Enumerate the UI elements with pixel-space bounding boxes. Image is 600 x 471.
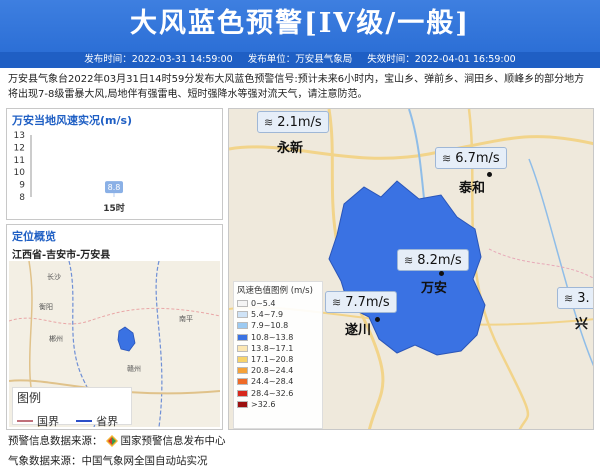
wind-tag-taihe[interactable]: ≋ 6.7m/s <box>435 147 507 169</box>
city-dot-suichuan <box>375 317 380 322</box>
scale-item-label: 7.9~10.8 <box>251 321 289 331</box>
scale-item: 0~5.4 <box>237 298 319 309</box>
map-label: 郴州 <box>49 334 63 343</box>
y-tick-label: 10 <box>14 168 26 178</box>
legend-title: 图例 <box>17 391 42 405</box>
location-panel: 定位概览 江西省-吉安市-万安县 长沙 衡阳 郴州 赣州 南平 图例 国界 省界 <box>6 224 223 430</box>
color-swatch <box>237 300 248 308</box>
color-swatch <box>237 322 248 330</box>
scale-item: 13.8~17.1 <box>237 343 319 354</box>
map-label: 长沙 <box>47 272 61 281</box>
color-swatch <box>237 356 248 364</box>
map-label: 南平 <box>179 314 193 323</box>
y-tick-label: 13 <box>14 131 25 141</box>
overview-map[interactable]: 长沙 衡阳 郴州 赣州 南平 图例 国界 省界 <box>9 261 220 427</box>
x-tick-label: 15时 <box>103 202 125 214</box>
y-tick-label: 9 <box>19 181 25 191</box>
city-dot-taihe <box>487 172 492 177</box>
color-swatch <box>237 333 248 341</box>
source-line-warning: 预警信息数据来源： 国家预警信息发布中心 <box>8 434 226 447</box>
color-swatch <box>237 378 248 386</box>
release-unit: 发布单位：万安县气象局 <box>247 54 353 65</box>
scale-title: 风速色值图例 (m/s) <box>237 286 313 296</box>
y-tick-label: 11 <box>14 156 25 166</box>
meta-bar: 发布时间：2022-03-31 14:59:00 发布单位：万安县气象局 失效时… <box>0 52 600 68</box>
wind-speed-panel: 万安当地风速实况(m/s) 13 12 11 10 9 8 8.8 15时 <box>6 108 223 220</box>
source-line-weather: 气象数据来源： 中国气象网全国自动站实况 <box>8 455 208 467</box>
page-title: 大风蓝色预警[IV级/一般] <box>130 8 470 39</box>
scale-item: 28.4~32.6 <box>237 388 319 399</box>
wind-icon: ≋ <box>264 115 274 129</box>
wind-panel-title: 万安当地风速实况(m/s) <box>12 114 133 127</box>
scale-item: 7.9~10.8 <box>237 320 319 331</box>
warning-center-logo-icon <box>105 434 118 447</box>
release-time: 发布时间：2022-03-31 14:59:00 <box>84 54 233 65</box>
map-label: 赣州 <box>127 364 141 373</box>
scale-item: 10.8~13.8 <box>237 332 319 343</box>
wind-icon: ≋ <box>564 291 574 305</box>
national-border-line-icon <box>17 420 33 422</box>
map-label: 衡阳 <box>39 302 53 311</box>
scale-item-label: 5.4~7.9 <box>251 310 284 320</box>
wind-speed-color-legend: 风速色值图例 (m/s) 0~5.4 5.4~7.9 7.9~10.8 10.8~13… <box>233 281 323 429</box>
expire-time: 失效时间：2022-04-01 16:59:00 <box>367 54 516 65</box>
wind-icon: ≋ <box>404 253 414 267</box>
wind-speed-chart: 13 12 11 10 9 8 8.8 15时 <box>14 131 125 214</box>
wind-tag-yongxin[interactable]: ≋ 2.1m/s <box>257 111 329 133</box>
legend-item-border: 国界 <box>17 413 59 427</box>
y-tick-label: 8 <box>19 193 25 203</box>
city-label-wanan: 万安 <box>421 281 448 296</box>
location-panel-title: 定位概览 <box>12 230 56 243</box>
wind-tag-xingguo[interactable]: ≋ 3. <box>557 287 593 309</box>
city-label-xingguo: 兴 <box>575 317 589 332</box>
province-border-line-icon <box>76 420 93 422</box>
city-label-taihe: 泰和 <box>459 181 486 196</box>
color-swatch <box>237 367 248 375</box>
scale-item-label: >32.6 <box>251 399 276 409</box>
scale-item-label: 28.4~32.6 <box>251 388 294 398</box>
color-swatch <box>237 344 248 352</box>
y-tick-label: 12 <box>14 143 25 153</box>
wind-icon: ≋ <box>442 151 452 165</box>
legend-item-province: 省界 <box>76 413 118 427</box>
warning-description: 万安县气象台2022年03月31日14时59分发布大风蓝色预警信号:预计未来6小… <box>8 74 585 100</box>
city-label-yongxin: 永新 <box>277 141 304 156</box>
wind-tag-suichuan[interactable]: ≋ 7.7m/s <box>325 291 397 313</box>
scale-item: >32.6 <box>237 399 319 410</box>
wind-icon: ≋ <box>332 295 342 309</box>
detail-map[interactable]: ≋ 2.1m/s 永新 ≋ 6.7m/s 泰和 ≋ 8.2m/s 万安 ≋ 7.… <box>228 108 594 430</box>
data-label: 8.8 <box>108 183 121 192</box>
scale-item: 5.4~7.9 <box>237 309 319 320</box>
wind-tag-wanan[interactable]: ≋ 8.2m/s <box>397 249 469 271</box>
scale-item-label: 10.8~13.8 <box>251 332 294 342</box>
city-dot-wanan <box>439 271 444 276</box>
scale-item-label: 24.4~28.4 <box>251 377 294 387</box>
scale-item: 20.8~24.4 <box>237 365 319 376</box>
scale-item-label: 17.1~20.8 <box>251 355 294 365</box>
color-swatch <box>237 400 248 408</box>
scale-item: 24.4~28.4 <box>237 376 319 387</box>
color-swatch <box>237 389 248 397</box>
color-swatch <box>237 311 248 319</box>
city-label-suichuan: 遂川 <box>345 323 372 338</box>
scale-item-label: 0~5.4 <box>251 299 276 309</box>
scale-item-label: 20.8~24.4 <box>251 366 294 376</box>
warning-banner: 大风蓝色预警[IV级/一般] <box>0 0 600 52</box>
overview-legend: 图例 国界 省界 <box>12 387 132 427</box>
scale-item-label: 13.8~17.1 <box>251 343 294 353</box>
scale-item: 17.1~20.8 <box>237 354 319 365</box>
